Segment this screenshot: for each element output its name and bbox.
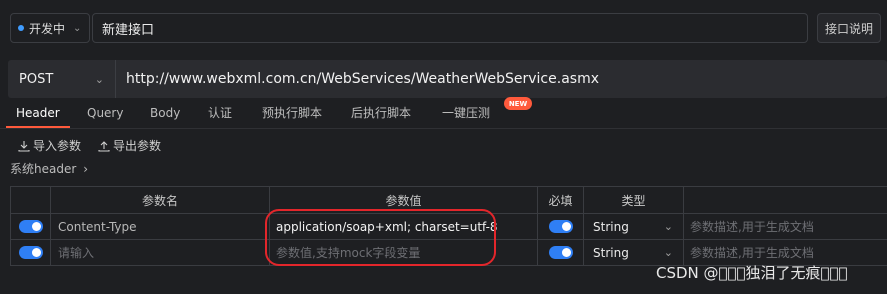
tab-load-test[interactable]: 一键压测 (442, 104, 490, 126)
chevron-down-icon: ⌄ (94, 72, 104, 86)
chevron-right-icon: › (83, 161, 89, 176)
tab-header[interactable]: Header (16, 104, 60, 126)
status-dot (18, 25, 24, 31)
method-select[interactable]: POST ⌄ (8, 60, 116, 98)
system-header-label: 系统header (10, 162, 77, 176)
tab-pre-script[interactable]: 预执行脚本 (262, 104, 322, 126)
param-description-input[interactable]: 参数描述,用于生成文档 (684, 214, 887, 240)
csdn-watermark: CSDN @   独泪了无痕    (656, 264, 848, 282)
row-enable-toggle[interactable] (18, 220, 43, 233)
import-icon (18, 140, 30, 152)
param-name-input[interactable]: Content-Type (51, 214, 270, 240)
tab-auth[interactable]: 认证 (208, 104, 232, 126)
type-label: String (593, 219, 629, 234)
url-input[interactable]: http://www.webxml.com.cn/WebServices/Wea… (126, 60, 599, 98)
row-enable-toggle[interactable] (18, 246, 43, 259)
new-badge: NEW (504, 97, 532, 110)
api-name-input[interactable]: 新建接口 (92, 13, 808, 43)
method-label: POST (19, 71, 54, 87)
chevron-down-icon: ⌄ (663, 246, 673, 259)
import-params-label: 导入参数 (33, 139, 82, 153)
export-icon (98, 140, 110, 152)
table-header-required: 必填 (538, 187, 584, 214)
table-header-description (684, 187, 887, 214)
table-row (11, 214, 51, 240)
table-header-name: 参数名 (51, 187, 270, 214)
export-params-button[interactable]: 导出参数 (98, 137, 161, 154)
status-label: 开发中 (29, 21, 66, 36)
type-select[interactable]: String ⌄ (584, 214, 684, 240)
param-name-input[interactable]: 请输入 (51, 240, 270, 266)
status-select[interactable]: 开发中 ⌄ (10, 13, 90, 43)
tab-body[interactable]: Body (150, 104, 180, 126)
import-params-button[interactable]: 导入参数 (18, 137, 81, 154)
table-header-type: 类型 (584, 187, 684, 214)
table-header-toggle (11, 187, 51, 214)
export-params-label: 导出参数 (113, 139, 162, 153)
required-cell (538, 240, 584, 266)
required-toggle[interactable] (548, 220, 573, 233)
tab-post-script[interactable]: 后执行脚本 (351, 104, 411, 126)
chevron-down-icon: ⌄ (73, 22, 82, 34)
chevron-down-icon: ⌄ (663, 220, 673, 233)
api-doc-button[interactable]: 接口说明 (817, 13, 881, 43)
type-label: String (593, 245, 629, 260)
tab-divider (0, 128, 887, 129)
tab-query[interactable]: Query (87, 104, 123, 126)
required-cell (538, 214, 584, 240)
annotation-highlight-ring (265, 209, 496, 266)
table-row (11, 240, 51, 266)
required-toggle[interactable] (548, 246, 573, 259)
system-header-toggle[interactable]: 系统header › (10, 160, 88, 177)
